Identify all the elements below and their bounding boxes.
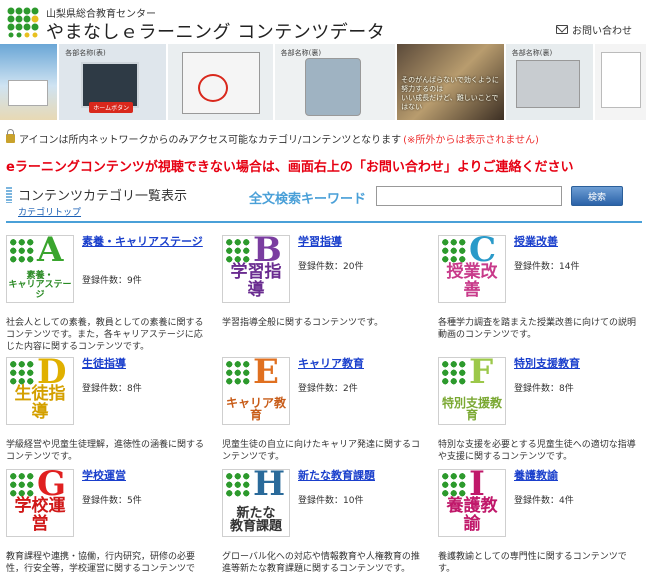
banner-tablet-back: 各部名称(裏) [274,44,396,120]
category-card: A 素養・ キャリアステージ 素養・キャリアステージ 登録件数：9件 社会人としての素養，… [6,235,211,352]
banner-photo-people: そのがんばらないで効くように努力するのは いい成長だけど、難しいことではない [397,44,504,120]
category-icon-word: 素養・ キャリアステージ [8,270,72,300]
category-card: I 養護教諭 養護教諭 登録件数：4件 養護教諭としての専門性に関するコンテンツです。 [438,469,643,572]
category-count: 登録件数：9件 [82,276,142,286]
category-card: B 学習指導 学習指導 登録件数：20件 学習指導全般に関するコンテンツです。 [222,235,427,347]
category-description: 特別な支援を必要とする児童生徒への適切な指導や支援に関するコンテンツです。 [438,440,636,463]
category-icon-word: 学校運営 [14,496,66,535]
category-icon[interactable]: C 授業改善 [438,235,506,303]
banner-label: 各部名称(表) [65,49,106,57]
dot-cluster-icon [225,238,251,264]
banner-caption-line2: いい成長だけど、難しいことではない [401,93,499,111]
section-bars-icon [6,187,12,203]
category-card: H 新たな 教育課題 新たな教育課題 登録件数：10件 グローバル化への対応や情報教育や人… [222,469,427,572]
category-title-link[interactable]: 素養・キャリアステージ [82,235,210,249]
category-description: 養護教諭としての専門性に関するコンテンツです。 [438,552,627,572]
category-title-link[interactable]: 特別支援教育 [514,357,642,371]
dot-cluster-icon [441,360,467,386]
banner-tablet-front: 各部名称(表) ホームボタン [59,44,166,120]
category-description: 児童生徒の自立に向けたキャリア発達に関するコンテンツです。 [222,440,421,463]
banner-whiteboard [594,44,646,120]
category-description: グローバル化への対応や情報教育や人権教育の推進等新たな教育課題に関するコンテンツ… [222,552,420,572]
category-icon[interactable]: I 養護教諭 [438,469,506,537]
category-description: 学習指導全般に関するコンテンツです。 [222,318,384,328]
category-count: 登録件数：2件 [298,384,358,394]
category-icon[interactable]: F 特別支援教育 [438,357,506,425]
category-icon-word: 特別支援教育 [441,395,502,423]
category-count: 登録件数：10件 [298,496,364,506]
category-title-link[interactable]: 学習指導 [298,235,426,249]
category-header: コンテンツカテゴリ一覧表示 カテゴリトップ 全文検索キーワード 検索 [6,185,642,223]
category-card: E キャリア教育 キャリア教育 登録件数：2件 児童生徒の自立に向けたキャリア発達に関す… [222,357,427,469]
viewing-alert: eラーニングコンテンツが視聴できない場合は、画面右上の「お問い合わせ」よりご連絡… [6,160,574,175]
category-icon[interactable]: B 学習指導 [222,235,290,303]
lock-icon [6,129,15,143]
banner-home-button: ホームボタン [89,102,134,113]
dot-cluster-icon [9,472,35,498]
dot-cluster-icon [9,238,35,264]
dot-cluster-icon [225,472,251,498]
category-description: 教育課程や連携・協働，行内研究，研修の必要性，行安全等，学校運営に関するコンテン… [6,552,196,572]
category-description: 各種学力調査を踏まえた授業改善に向けての説明動画のコンテンツです。 [438,318,637,341]
category-title-link[interactable]: 学校運営 [82,469,210,483]
banner-document [167,44,273,120]
category-icon-word: キャリア教育 [225,395,286,423]
banner-photo-landscape [0,44,58,120]
search-label: 全文検索キーワード [249,192,367,207]
dot-cluster-icon [9,360,35,386]
category-icon-word: 授業改善 [446,262,498,301]
dot-cluster-icon [441,238,467,264]
category-icon[interactable]: D 生徒指導 [6,357,74,425]
category-card: D 生徒指導 生徒指導 登録件数：8件 学級経営や児童生徒理解，進徳性の涵養に関するコン… [6,357,211,469]
category-icon-word: 養護教諭 [446,496,498,535]
category-count: 登録件数：8件 [82,384,142,394]
category-count: 登録件数：5件 [82,496,142,506]
category-icon-word: 学習指導 [230,262,282,301]
category-card: F 特別支援教育 特別支援教育 登録件数：8件 特別な支援を必要とする児童生徒への適切な… [438,357,643,469]
category-icon[interactable]: H 新たな 教育課題 [222,469,290,537]
category-icon[interactable]: E キャリア教育 [222,357,290,425]
category-letter: A [37,235,64,270]
category-letter: H [253,469,286,504]
dot-cluster-logo-icon[interactable] [6,6,40,38]
category-icon-word: 生徒指導 [14,384,66,423]
category-icon-word: 新たな 教育課題 [229,505,282,535]
category-count: 登録件数：4件 [514,496,574,506]
category-card: C 授業改善 授業改善 登録件数：14件 各種学力調査を踏まえた授業改善に向けての説明動… [438,235,643,347]
category-count: 登録件数：8件 [514,384,574,394]
category-title-link[interactable]: 授業改善 [514,235,642,249]
dot-cluster-icon [225,360,251,386]
hero-banner: 各部名称(表) ホームボタン 各部名称(裏) そのがんばらないで効くように努力す… [0,44,646,120]
banner-device-side: 各部名称(裏) [505,44,593,120]
category-title-link[interactable]: キャリア教育 [298,357,426,371]
category-icon[interactable]: G 学校運営 [6,469,74,537]
search-input[interactable] [376,186,562,206]
category-count: 登録件数：20件 [298,262,364,272]
category-letter: F [469,357,494,392]
category-card: G 学校運営 学校運営 登録件数：5件 教育課程や連携・協働，行内研究，研修の必要性，行… [6,469,211,572]
site-header: 山梨県総合教育センター やまなしｅラーニング コンテンツデータ お問い合わせ [0,0,646,44]
contact-link[interactable]: お問い合わせ [556,22,632,37]
search-button[interactable]: 検索 [571,186,623,206]
access-notice: アイコンは所内ネットワークからのみアクセス可能なカテゴリ/コンテンツとなります … [6,129,539,146]
category-top-link[interactable]: カテゴリトップ [18,205,81,218]
mail-icon [556,25,568,34]
dot-cluster-icon [441,472,467,498]
category-list-title: コンテンツカテゴリ一覧表示 [18,189,188,204]
banner-label: 各部名称(裏) [280,49,322,57]
site-title[interactable]: やまなしｅラーニング コンテンツデータ [46,18,385,44]
category-icon[interactable]: A 素養・ キャリアステージ [6,235,74,303]
banner-caption-line1: そのがんばらないで効くように努力するのは [401,75,499,93]
category-description: 社会人としての素養，教員としての素養に関するコンテンツです。また，各キャリアステ… [6,318,204,353]
category-title-link[interactable]: 生徒指導 [82,357,210,371]
contact-label: お問い合わせ [572,26,632,37]
category-title-link[interactable]: 養護教諭 [514,469,642,483]
category-description: 学級経営や児童生徒理解，進徳性の涵養に関するコンテンツです。 [6,440,205,463]
notice-text: アイコンは所内ネットワークからのみアクセス可能なカテゴリ/コンテンツとなります [19,135,402,146]
banner-label: 各部名称(裏) [511,49,553,57]
category-letter: E [253,357,279,392]
notice-red-text: (※所外からは表示されません) [403,135,539,146]
category-count: 登録件数：14件 [514,262,580,272]
category-title-link[interactable]: 新たな教育課題 [298,469,426,483]
